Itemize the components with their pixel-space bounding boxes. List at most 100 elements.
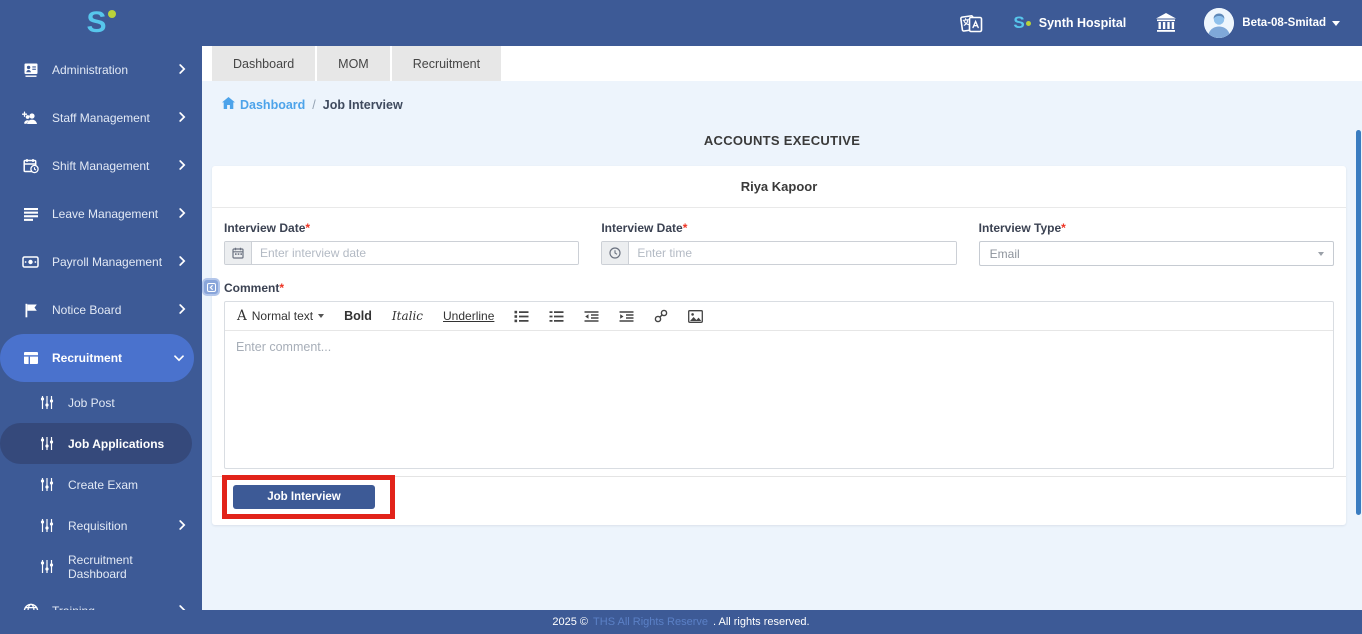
sidebar-item-shift-management[interactable]: Shift Management [0, 142, 202, 190]
editor-toolbar: A Normal text Bold Italic Underline [225, 302, 1333, 331]
sliders-icon [38, 395, 55, 410]
text-style-label: Normal text [252, 309, 313, 323]
sidebar-item-leave-management[interactable]: Leave Management [0, 190, 202, 238]
chevron-right-icon [179, 519, 186, 533]
sidebar-item-label: Recruitment [52, 351, 174, 365]
interview-type-select[interactable]: Email [979, 241, 1334, 266]
sidebar-item-administration[interactable]: Administration [0, 46, 202, 94]
main-content: Dashboard MOM Recruitment Dashboard / Jo… [202, 46, 1362, 610]
tab-label: Recruitment [413, 57, 480, 71]
breadcrumb-current: Job Interview [323, 98, 403, 112]
breadcrumb-home-link[interactable]: Dashboard [222, 97, 305, 112]
chevron-right-icon [179, 207, 186, 221]
brand-logo[interactable]: S [0, 8, 202, 38]
translate-icon[interactable] [960, 13, 983, 34]
sidebar-item-label: Leave Management [52, 207, 179, 221]
underline-button[interactable]: Underline [443, 309, 494, 323]
sidebar-item-payroll-management[interactable]: Payroll Management [0, 238, 202, 286]
sidebar-item-label: Create Exam [68, 478, 186, 492]
chevron-right-icon [179, 255, 186, 269]
content-scroll-area: Dashboard / Job Interview ACCOUNTS EXECU… [202, 81, 1362, 610]
sidebar-item-notice-board[interactable]: Notice Board [0, 286, 202, 334]
comment-label: Comment* [224, 281, 1334, 295]
field-label-text: Interview Type [979, 221, 1061, 235]
footer-brand-link[interactable]: THS All Rights Reserve [593, 616, 708, 628]
sidebar-item-label: Job Post [68, 396, 186, 410]
italic-button[interactable]: Italic [392, 309, 423, 323]
card-footer: Job Interview [212, 476, 1346, 525]
interview-type-value: Email [990, 247, 1020, 261]
sliders-icon [38, 559, 55, 574]
brand-letter: S [86, 8, 105, 38]
interview-date-label: Interview Date* [224, 221, 579, 235]
highlight-annotation: Job Interview [222, 475, 395, 519]
interview-date-field-group: Interview Date* [224, 221, 579, 266]
staff-add-icon [22, 111, 39, 126]
interview-card: Riya Kapoor Interview Date* [212, 166, 1346, 525]
scrollbar-thumb[interactable] [1356, 130, 1361, 515]
tab-mom[interactable]: MOM [317, 46, 390, 81]
chevron-down-icon [174, 351, 184, 365]
notice-flag-icon [22, 303, 39, 318]
select-caret-icon [1318, 252, 1324, 256]
sidebar-item-create-exam[interactable]: Create Exam [0, 464, 202, 505]
home-icon [222, 97, 235, 112]
mini-brand-dot [1026, 21, 1031, 26]
user-menu[interactable]: Beta-08-Smitad [1242, 17, 1340, 29]
interview-time-input[interactable] [629, 242, 955, 264]
sidebar-item-staff-management[interactable]: Staff Management [0, 94, 202, 142]
sidebar-item-label: Notice Board [52, 303, 179, 317]
text-style-dropdown[interactable]: A Normal text [237, 308, 324, 324]
bold-button[interactable]: Bold [344, 309, 372, 323]
user-name-label: Beta-08-Smitad [1242, 17, 1326, 29]
tab-dashboard[interactable]: Dashboard [212, 46, 315, 81]
mini-brand-logo[interactable]: S [1013, 15, 1030, 31]
interview-form: Interview Date* Interview D [212, 208, 1346, 469]
field-label-text: Interview Date [224, 221, 305, 235]
sidebar-item-label: Shift Management [52, 159, 179, 173]
sidebar-item-requisition[interactable]: Requisition [0, 505, 202, 546]
indent-icon[interactable] [619, 310, 634, 323]
brand-dot [108, 10, 116, 18]
sidebar-item-label: Staff Management [52, 111, 179, 125]
sidebar-item-label: Payroll Management [52, 255, 179, 269]
required-marker: * [279, 281, 284, 295]
hospital-name: Synth Hospital [1039, 16, 1127, 30]
caret-down-icon [318, 314, 324, 318]
tab-label: MOM [338, 57, 369, 71]
sidebar-item-label: Job Applications [68, 437, 176, 451]
interview-type-label: Interview Type* [979, 221, 1334, 235]
chevron-right-icon [179, 159, 186, 173]
app-window: S S Synth Hospital [0, 0, 1362, 634]
footer-year: 2025 © [552, 616, 588, 628]
sidebar-item-recruitment[interactable]: Recruitment [0, 334, 194, 382]
outdent-icon[interactable] [584, 310, 599, 323]
field-label-text: Interview Date [601, 221, 682, 235]
interview-date-input[interactable] [252, 242, 578, 264]
comment-input[interactable]: Enter comment... [225, 331, 1333, 468]
unordered-list-icon[interactable] [549, 310, 564, 323]
bank-icon[interactable] [1154, 12, 1178, 34]
job-interview-button[interactable]: Job Interview [233, 485, 375, 509]
required-marker: * [683, 221, 688, 235]
topbar: S S Synth Hospital [0, 0, 1362, 46]
font-icon: A [237, 308, 247, 324]
link-icon[interactable] [654, 309, 668, 323]
footer: 2025 © THS All Rights Reserve . All righ… [0, 610, 1362, 634]
sidebar-item-label: Recruitment Dashboard [68, 553, 186, 581]
clock-icon [602, 242, 629, 264]
sliders-icon [38, 518, 55, 533]
image-icon[interactable] [688, 310, 703, 323]
interview-type-field-group: Interview Type* Email [979, 221, 1334, 266]
sidebar-item-job-applications[interactable]: Job Applications [0, 423, 192, 464]
ordered-list-icon[interactable] [514, 310, 529, 323]
comment-editor: A Normal text Bold Italic Underline [224, 301, 1334, 469]
sidebar-item-job-post[interactable]: Job Post [0, 382, 202, 423]
user-avatar[interactable] [1204, 8, 1234, 38]
sidebar: Administration Staff Management Shift Ma… [0, 46, 202, 610]
required-marker: * [305, 221, 310, 235]
collapse-panel-icon[interactable] [202, 278, 220, 296]
sidebar-item-recruitment-dashboard[interactable]: Recruitment Dashboard [0, 546, 202, 587]
candidate-name: Riya Kapoor [212, 166, 1346, 208]
tab-recruitment[interactable]: Recruitment [392, 46, 501, 81]
